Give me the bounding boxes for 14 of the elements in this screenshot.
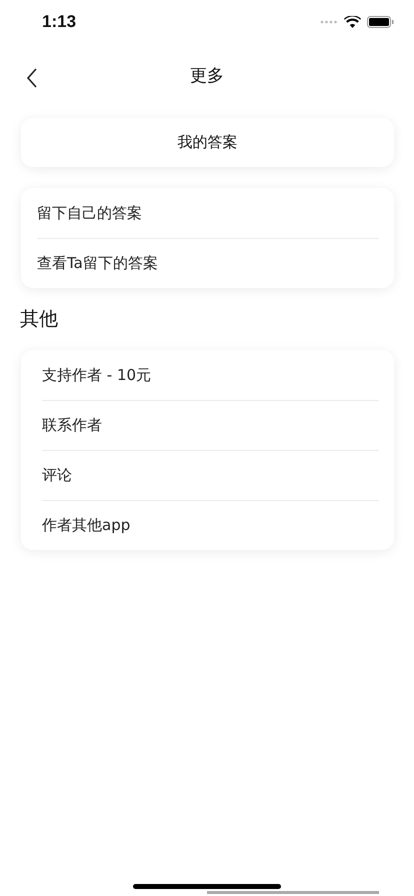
list-item[interactable]: 留下自己的答案: [37, 188, 379, 238]
battery-icon: [367, 16, 394, 28]
list-item[interactable]: 联系作者: [42, 400, 379, 450]
section-title: 其他: [20, 308, 58, 330]
page-title: 更多: [190, 65, 224, 88]
status-time: 1:13: [42, 12, 76, 32]
my-answers-button[interactable]: 我的答案: [21, 118, 394, 167]
back-icon: [26, 68, 38, 88]
wifi-icon: [344, 16, 361, 28]
list-item[interactable]: 作者其他app: [42, 500, 379, 550]
list-item[interactable]: 支持作者 - 10元: [42, 350, 379, 400]
list-item[interactable]: 查看Ta留下的答案: [37, 238, 379, 288]
list-item[interactable]: 评论: [42, 450, 379, 500]
signal-icon: [320, 20, 338, 24]
